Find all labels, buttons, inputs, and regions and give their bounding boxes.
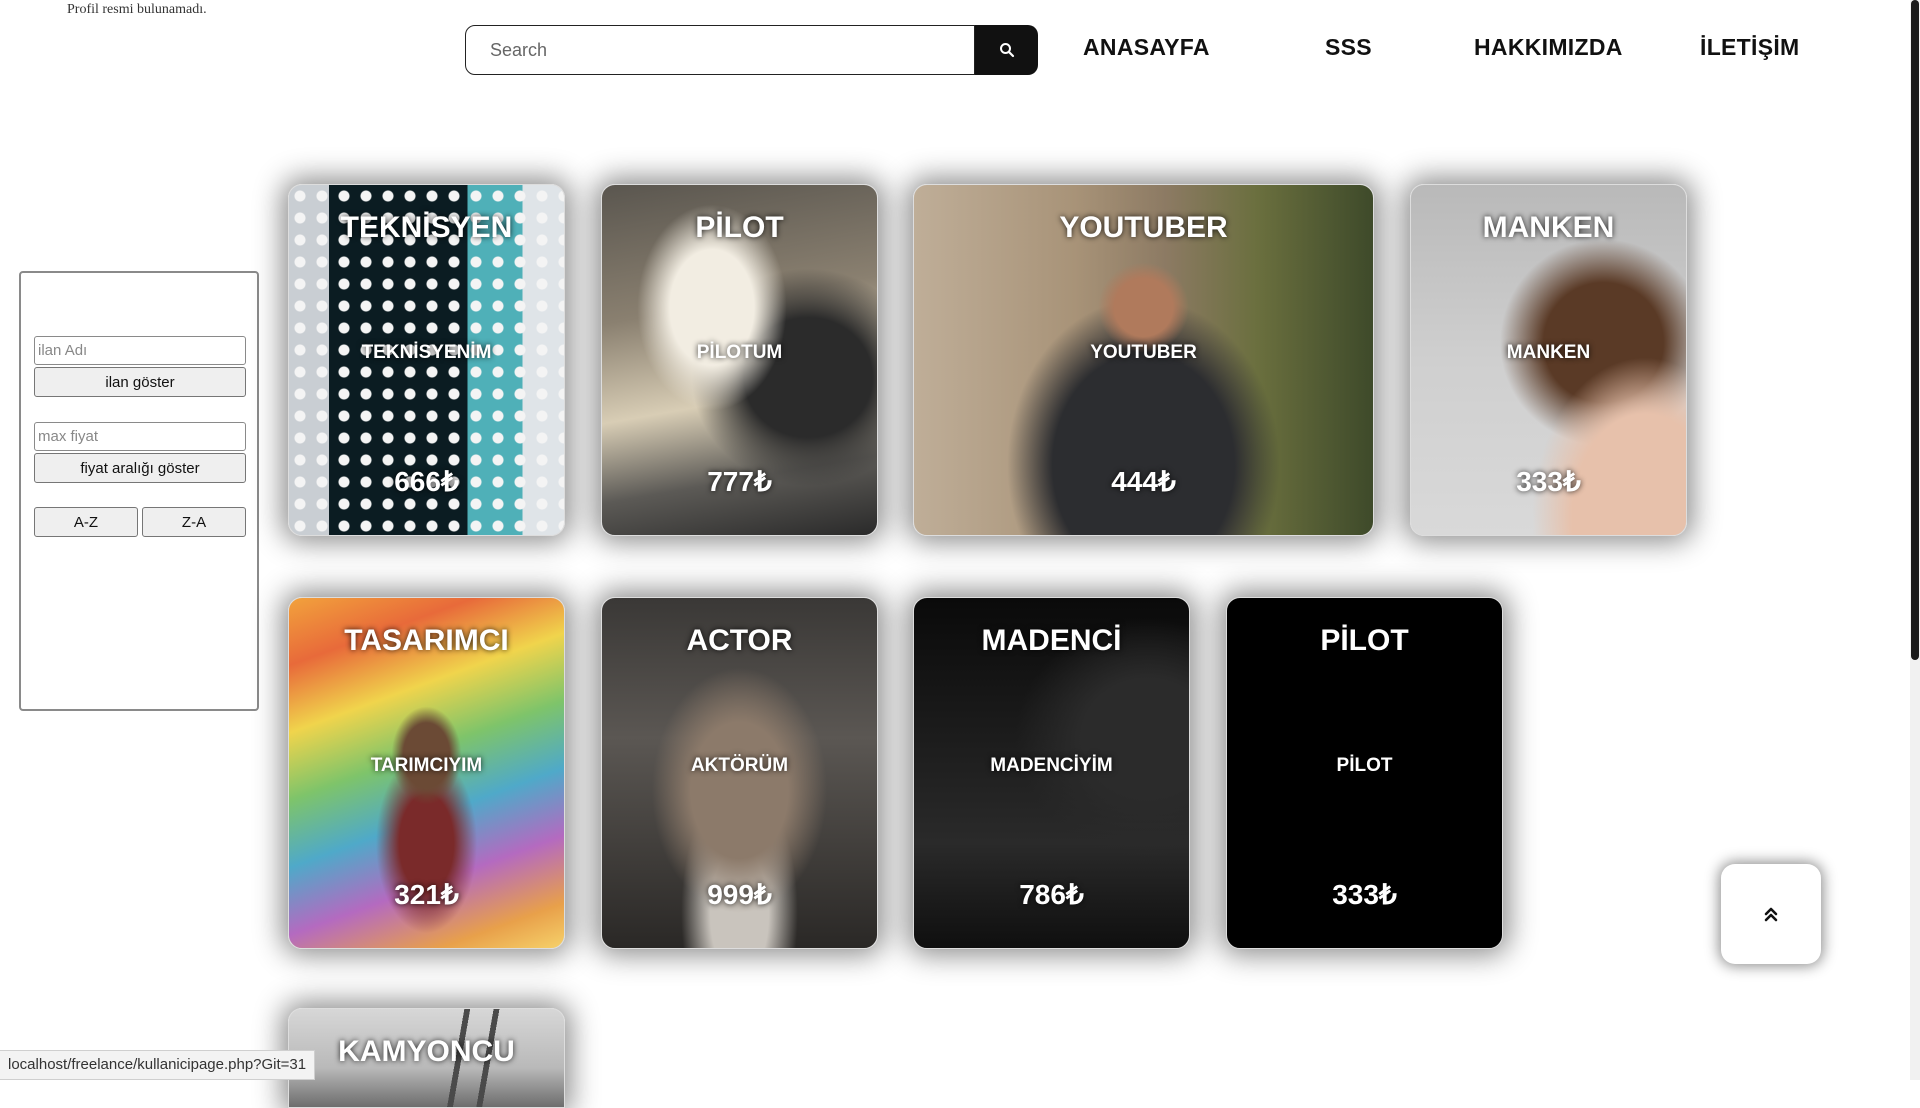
card-description: AKTÖRÜM — [690, 755, 789, 776]
card-price: 666₺ — [394, 466, 459, 497]
ilan-goster-button[interactable]: ilan göster — [34, 367, 246, 397]
sort-az-button[interactable]: A-Z — [34, 507, 138, 537]
card-price: 333₺ — [1332, 879, 1397, 910]
card-price: 321₺ — [394, 879, 459, 910]
scroll-to-top-button[interactable] — [1721, 864, 1821, 964]
search-icon — [999, 43, 1014, 58]
card-title: MANKEN — [1482, 211, 1615, 244]
card-price: 786₺ — [1019, 879, 1084, 910]
listing-card[interactable]: TASARIMCI TARIMCIYIM 321₺ — [288, 597, 565, 949]
card-price: 333₺ — [1516, 466, 1581, 497]
card-title: KAMYONCU — [338, 1035, 515, 1068]
listing-card[interactable]: MANKEN MANKEN 333₺ — [1410, 184, 1687, 536]
card-description: MADENCİYİM — [990, 755, 1113, 776]
card-description: MANKEN — [1506, 342, 1591, 363]
listing-card[interactable]: TEKNİSYEN TEKNİSYENİM 666₺ — [288, 184, 565, 536]
card-price: 999₺ — [707, 879, 772, 910]
card-title: PİLOT — [695, 211, 784, 244]
price-range-button[interactable]: fiyat aralığı göster — [34, 453, 246, 483]
nav-anasayfa[interactable]: ANASAYFA — [1083, 34, 1210, 61]
card-title: TASARIMCI — [344, 624, 509, 657]
sort-za-button[interactable]: Z-A — [142, 507, 246, 537]
card-description: TARIMCIYIM — [370, 755, 483, 776]
card-title: YOUTUBER — [1059, 211, 1228, 244]
card-title: MADENCİ — [981, 624, 1122, 657]
search-button[interactable] — [975, 25, 1038, 75]
card-title: ACTOR — [686, 624, 793, 657]
listing-card[interactable]: ACTOR AKTÖRÜM 999₺ — [601, 597, 878, 949]
scrollbar-thumb[interactable] — [1911, 0, 1919, 660]
listing-card[interactable]: PİLOT PİLOT 333₺ — [1226, 597, 1503, 949]
card-price: 777₺ — [707, 466, 772, 497]
search-input[interactable] — [465, 25, 975, 75]
nav-iletisim[interactable]: İLETİŞİM — [1700, 34, 1800, 61]
card-description: PİLOTUM — [696, 342, 783, 363]
card-title: TEKNİSYEN — [340, 211, 513, 244]
card-price: 444₺ — [1111, 466, 1176, 497]
search-bar — [465, 25, 1038, 75]
listing-card[interactable]: YOUTUBER YOUTUBER 444₺ — [913, 184, 1374, 536]
listing-card[interactable]: KAMYONCU — [288, 1008, 565, 1108]
card-title: PİLOT — [1320, 624, 1409, 657]
nav-sss[interactable]: SSS — [1325, 34, 1372, 61]
filter-panel: ilan göster fiyat aralığı göster A-Z Z-A — [19, 271, 259, 711]
nav-hakkimizda[interactable]: HAKKIMIZDA — [1474, 34, 1623, 61]
profile-missing-text: Profil resmi bulunamadı. — [67, 2, 207, 17]
card-description: YOUTUBER — [1090, 342, 1197, 363]
ilan-name-input[interactable] — [34, 336, 246, 365]
card-description: PİLOT — [1336, 755, 1393, 776]
listing-card[interactable]: MADENCİ MADENCİYİM 786₺ — [913, 597, 1190, 949]
listing-card[interactable]: PİLOT PİLOTUM 777₺ — [601, 184, 878, 536]
double-chevron-up-icon — [1764, 907, 1778, 922]
card-description: TEKNİSYENİM — [361, 342, 492, 363]
status-bar-url: localhost/freelance/kullanicipage.php?Gi… — [0, 1050, 316, 1080]
max-price-input[interactable] — [34, 422, 246, 451]
